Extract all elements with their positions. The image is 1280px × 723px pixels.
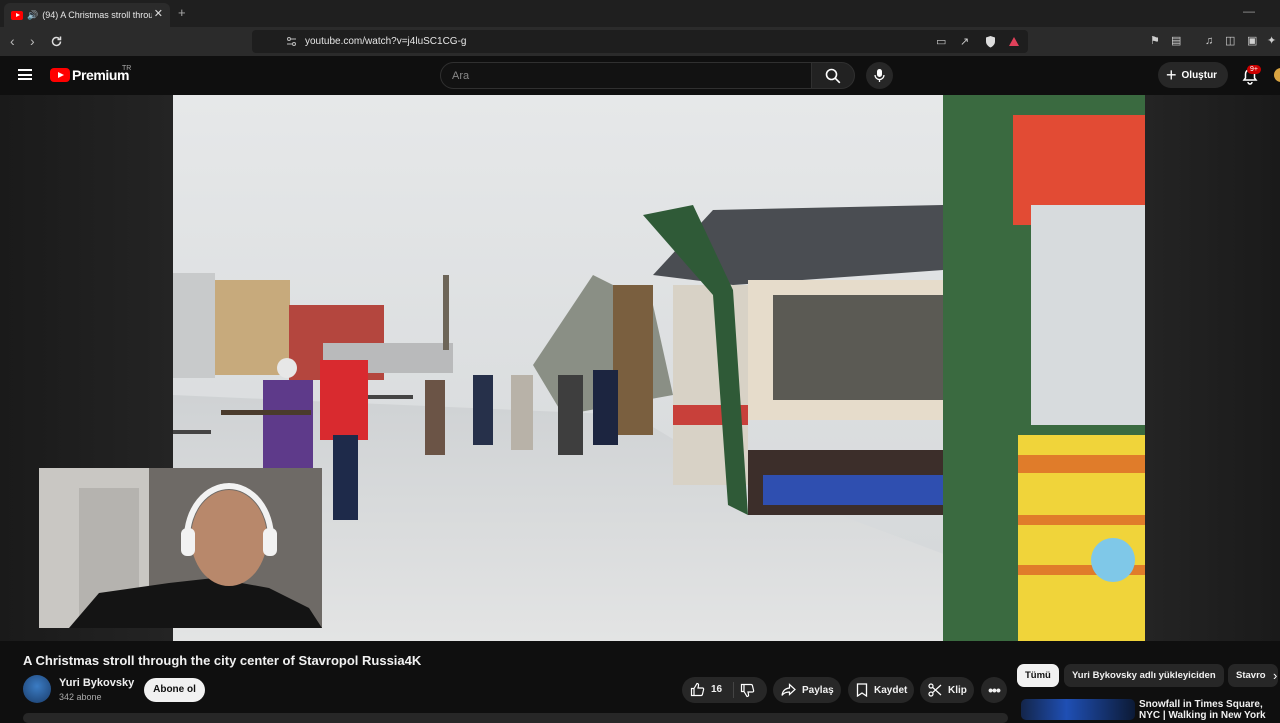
scissors-icon: [928, 683, 942, 697]
clip-label: Klip: [948, 684, 967, 696]
url-text: youtube.com/watch?v=j4luSC1CG-g: [305, 36, 467, 47]
webcam-frame: [39, 468, 322, 628]
youtube-logo-icon[interactable]: [50, 68, 70, 82]
extensions-icon[interactable]: ⚑: [1150, 35, 1160, 47]
search-placeholder: Ara: [452, 70, 470, 82]
address-bar[interactable]: youtube.com/watch?v=j4luSC1CG-g ▭ ↗: [252, 30, 1028, 53]
like-separator: [733, 682, 734, 698]
browser-tab-bar: 🔊 (94) A Christmas stroll throug ✕ + —: [0, 0, 1280, 27]
menu-icon[interactable]: [18, 69, 32, 80]
ai-icon[interactable]: ✦: [1267, 35, 1276, 47]
logo-region: TR: [122, 65, 132, 72]
youtube-header: Premium TR Ara + Oluştur 9+: [0, 56, 1280, 95]
reader-icon[interactable]: ▤: [1171, 35, 1181, 47]
forward-icon[interactable]: ›: [30, 33, 35, 49]
search-button[interactable]: [811, 62, 855, 89]
browser-nav-bar: ‹ › youtube.com/watch?v=j4luSC1CG-g ▭ ↗ …: [0, 27, 1280, 56]
save-icon: [856, 683, 868, 697]
notification-badge: 9+: [1247, 65, 1261, 74]
account-avatar[interactable]: [1274, 68, 1280, 82]
subscribe-button[interactable]: Abone ol: [144, 678, 205, 702]
wallet-icon[interactable]: ▣: [1247, 35, 1257, 47]
media-icon[interactable]: ♫: [1205, 35, 1213, 47]
video-title: A Christmas stroll through the city cent…: [23, 653, 422, 668]
save-button[interactable]: Kaydet: [848, 677, 914, 703]
share-icon: [781, 683, 796, 696]
thumbs-down-icon[interactable]: [740, 683, 755, 698]
description-box[interactable]: [23, 713, 1008, 723]
channel-name[interactable]: Yuri Bykovsky: [59, 677, 134, 689]
like-button[interactable]: 16: [690, 682, 722, 697]
voice-search-button[interactable]: [866, 62, 893, 89]
share-page-icon[interactable]: ↗: [960, 36, 969, 48]
logo-text[interactable]: Premium: [72, 67, 130, 83]
search-input[interactable]: Ara: [440, 62, 812, 89]
share-button[interactable]: Paylaş: [773, 677, 841, 703]
like-count: 16: [711, 684, 723, 695]
mic-icon: [874, 69, 885, 82]
speaker-icon[interactable]: 🔊: [27, 10, 38, 21]
chip-from-uploader[interactable]: Yuri Bykovsky adlı yükleyiciden: [1064, 664, 1224, 687]
reload-icon[interactable]: [50, 35, 63, 48]
youtube-favicon-icon: [11, 10, 23, 20]
subscriber-count: 342 abone: [59, 692, 102, 702]
site-settings-icon[interactable]: [286, 36, 297, 47]
back-icon[interactable]: ‹: [10, 33, 15, 49]
plus-icon: +: [1166, 65, 1177, 85]
save-label: Kaydet: [874, 684, 908, 696]
create-button[interactable]: + Oluştur: [1158, 62, 1228, 88]
chip-stavropol[interactable]: Stavro: [1228, 664, 1278, 687]
tab-title: (94) A Christmas stroll throug: [42, 10, 153, 20]
browser-tab[interactable]: 🔊 (94) A Christmas stroll throug ✕: [4, 3, 170, 27]
recommendation-thumbnail[interactable]: [1021, 699, 1135, 720]
brave-shield-icon[interactable]: [985, 35, 996, 48]
webcam-overlay: [39, 468, 322, 628]
recommendation-title[interactable]: Snowfall in Times Square, NYC | Walking …: [1139, 699, 1280, 720]
search-icon: [825, 68, 841, 84]
minimize-window-icon[interactable]: —: [1243, 4, 1255, 18]
more-actions-button[interactable]: •••: [981, 677, 1007, 703]
more-horizontal-icon: •••: [988, 682, 1001, 698]
thumbs-up-icon: [690, 682, 705, 697]
chip-all[interactable]: Tümü: [1017, 664, 1059, 687]
close-tab-icon[interactable]: ✕: [154, 7, 163, 20]
share-label: Paylaş: [802, 684, 834, 696]
cast-icon[interactable]: ▭: [936, 36, 946, 48]
create-label: Oluştur: [1181, 69, 1218, 81]
channel-avatar[interactable]: [23, 675, 51, 703]
like-dislike-group: 16: [682, 677, 767, 703]
sidebar-icon[interactable]: ◫: [1225, 35, 1235, 47]
chips-next-icon[interactable]: ›: [1273, 668, 1277, 683]
clip-button[interactable]: Klip: [920, 677, 974, 703]
new-tab-button[interactable]: +: [178, 5, 186, 20]
rewards-icon[interactable]: [1008, 36, 1020, 47]
